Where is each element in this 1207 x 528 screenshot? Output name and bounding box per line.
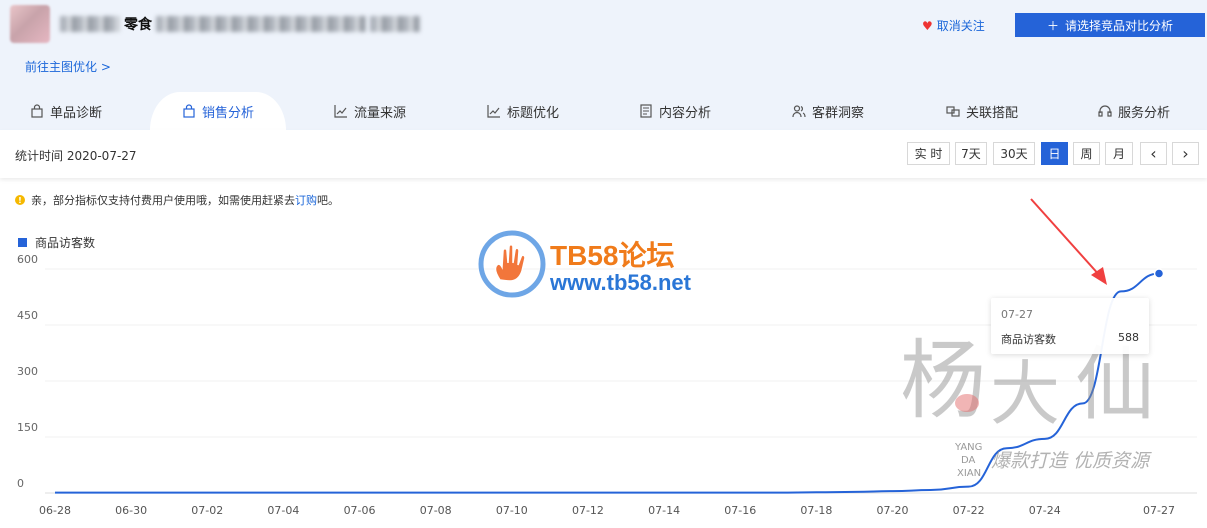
x-tick-label: 07-08 (420, 504, 452, 517)
x-tick-label: 07-10 (496, 504, 528, 517)
compare-button[interactable]: ＋ 请选择竞品对比分析 (1015, 13, 1205, 37)
legend-label: 商品访客数 (35, 235, 95, 250)
blurred-text (60, 16, 120, 32)
next-arrow-button[interactable]: › (1172, 142, 1199, 165)
bag-icon (31, 104, 43, 118)
data-point (1153, 268, 1165, 279)
subscribe-link[interactable]: 订购 (295, 194, 317, 207)
brand-url: www.tb58.net (550, 270, 691, 295)
heart-icon: ♥ (922, 18, 933, 33)
tab-label: 销售分析 (202, 105, 255, 121)
chart-tooltip: 07-27 商品访客数 588 (991, 298, 1149, 354)
prev-arrow-button[interactable]: ‹ (1140, 142, 1167, 165)
tab-title-optimize[interactable]: 标题优化 (487, 92, 559, 130)
link-icon (946, 106, 960, 117)
product-thumbnail[interactable] (10, 5, 50, 43)
product-keyword: 零食 (124, 17, 152, 33)
warning-icon: ! (15, 195, 25, 205)
red-arrow-annotation (1030, 198, 1107, 285)
x-tick-label: 07-22 (953, 504, 985, 517)
notice-text: 亲，部分指标仅支持付费用户使用哦，如需使用赶紧去 (31, 194, 295, 207)
compare-label: 请选择竞品对比分析 (1065, 18, 1174, 33)
tab-label: 单品诊断 (50, 105, 103, 121)
plus-icon: ＋ (1046, 18, 1059, 33)
document-icon (640, 104, 652, 118)
tab-bar: 单品诊断 销售分析 流量来源 标题优化 内容分析 客群洞察 关联搭配 服务分析 (0, 92, 1207, 130)
x-tick-label: 06-28 (39, 504, 71, 517)
x-tick-label: 07-06 (344, 504, 376, 517)
x-tick-label: 07-20 (877, 504, 909, 517)
unfollow-label: 取消关注 (936, 19, 985, 33)
range-30d-button[interactable]: 30天 (993, 142, 1035, 165)
tab-audience-insight[interactable]: 客群洞察 (792, 92, 864, 130)
tb58-watermark: TB58论坛 www.tb58.net (478, 230, 738, 300)
x-tick-label: 07-18 (800, 504, 832, 517)
range-realtime-button[interactable]: 实 时 (907, 142, 950, 165)
x-tick-label: 07-27 (1143, 504, 1175, 517)
tab-label: 服务分析 (1118, 105, 1171, 121)
x-tick-label: 07-14 (648, 504, 680, 517)
stat-time: 统计时间 2020-07-27 (15, 149, 137, 163)
y-tick-label: 600 (17, 253, 38, 266)
tab-content-analysis[interactable]: 内容分析 (639, 92, 711, 130)
legend-swatch (18, 238, 27, 247)
paid-notice: ! 亲，部分指标仅支持付费用户使用哦，如需使用赶紧去订购吧。 (15, 192, 339, 208)
product-title: 零食 (60, 14, 420, 34)
range-week-button[interactable]: 周 (1073, 142, 1100, 165)
blurred-text (370, 16, 420, 32)
range-7d-button[interactable]: 7天 (955, 142, 987, 165)
hand-logo-icon (478, 230, 546, 298)
tab-related-match[interactable]: 关联搭配 (946, 92, 1018, 130)
y-tick-label: 450 (17, 309, 38, 322)
x-tick-label: 07-16 (724, 504, 756, 517)
bag-icon (183, 104, 195, 118)
tab-sales-analysis[interactable]: 销售分析 (150, 92, 287, 130)
y-tick-label: 300 (17, 365, 38, 378)
y-tick-label: 150 (17, 421, 38, 434)
tooltip-date: 07-27 (1001, 308, 1033, 321)
date-toolbar: 统计时间 2020-07-27 实 时 7天 30天 日 周 月 ‹ › (0, 130, 1207, 178)
tooltip-series-name: 商品访客数 (1001, 333, 1056, 346)
x-tick-label: 07-02 (191, 504, 223, 517)
goto-main-image-link[interactable]: 前往主图优化 > (25, 58, 111, 75)
tab-label: 客群洞察 (812, 105, 865, 121)
blurred-text (156, 16, 366, 32)
notice-suffix: 吧。 (317, 194, 339, 207)
x-tick-label: 07-12 (572, 504, 604, 517)
y-tick-label: 0 (17, 477, 24, 490)
tab-label: 流量来源 (354, 105, 407, 121)
range-month-button[interactable]: 月 (1105, 142, 1133, 165)
tab-label: 内容分析 (659, 105, 712, 121)
brand-name: TB58论坛 (550, 240, 675, 271)
line-chart-icon (487, 105, 500, 118)
tab-label: 关联搭配 (966, 105, 1019, 121)
unfollow-button[interactable]: ♥ 取消关注 (922, 17, 985, 34)
x-tick-label: 07-04 (267, 504, 299, 517)
x-tick-label: 06-30 (115, 504, 147, 517)
range-day-button[interactable]: 日 (1041, 142, 1068, 165)
tab-service-analysis[interactable]: 服务分析 (1098, 92, 1170, 130)
product-header: 零食 ♥ 取消关注 ＋ 请选择竞品对比分析 前往主图优化 > 单品诊断 销售分析… (0, 0, 1207, 130)
tab-single-diagnosis[interactable]: 单品诊断 (30, 92, 102, 130)
users-icon (792, 105, 806, 118)
line-chart-icon (334, 105, 347, 118)
tab-label: 标题优化 (507, 105, 560, 121)
headset-icon (1098, 105, 1112, 117)
tab-traffic-source[interactable]: 流量来源 (334, 92, 406, 130)
tooltip-value: 588 (1118, 331, 1139, 344)
x-tick-label: 07-24 (1029, 504, 1061, 517)
